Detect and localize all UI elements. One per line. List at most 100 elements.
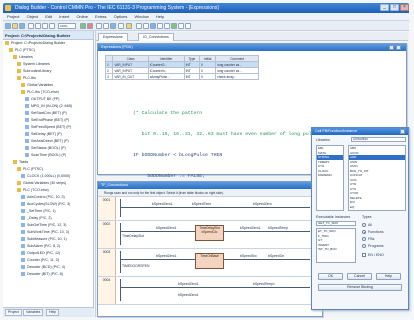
menu-object[interactable]: Object [27, 13, 39, 21]
tree-tab-project[interactable]: Project [5, 309, 22, 316]
type-radio-programs[interactable] [362, 244, 366, 248]
function-list[interactable]: ABS ACOS ADD ASIN ATAN BCD_TO_INT CONCAT… [348, 145, 406, 211]
tree-item[interactable]: Libraries [3, 54, 93, 61]
ladder-rung-3[interactable]: 0003 bSpeedZero1 TIMEDOORSPEN TimeOnBase… [98, 249, 322, 277]
menu-project[interactable]: Project [7, 13, 19, 21]
tree-item[interactable]: Decoder (BCD) (P/C, 4) [3, 264, 93, 271]
run-icon[interactable] [80, 23, 86, 29]
dialog-close-button[interactable] [400, 129, 405, 134]
maximize-button[interactable]: □ [390, 4, 399, 11]
function-block[interactable]: TimeOnBase [195, 253, 224, 269]
close-button[interactable]: × [400, 4, 409, 11]
step-icon[interactable] [96, 23, 102, 29]
block-icon[interactable] [164, 23, 170, 29]
tree-item[interactable]: AuxCycles(SLOW) (P/C, 3) [3, 201, 93, 208]
library-item[interactable]: MSMEMO [317, 173, 343, 178]
watch-icon[interactable] [126, 23, 132, 29]
menu-extras[interactable]: Extras [95, 13, 106, 21]
decl-cell[interactable]: aArrayPulse... [147, 73, 185, 80]
breakpoint-icon[interactable] [103, 23, 109, 29]
tree-item[interactable]: MPG_IN (IN-ON) (2: 64B) [3, 103, 93, 110]
offline-icon[interactable] [178, 23, 184, 29]
en-eno-checkbox[interactable] [362, 253, 366, 257]
ok-button[interactable]: OK [318, 273, 343, 280]
tree-item[interactable]: ScanTime (BOOL) (P) [3, 152, 93, 159]
tree-item[interactable]: _SetTime (P/C, 1) [3, 208, 93, 215]
tree-item[interactable]: SetStatus (BOOL) (P) [3, 145, 93, 152]
tree-item[interactable]: PLC (PTSC) [3, 47, 93, 54]
tree-item[interactable]: Decoder (BIT) (P/C, 8) [3, 271, 93, 278]
tree-item[interactable]: SetEndPhase (BET) (P) [3, 117, 93, 124]
tree-item[interactable]: PLC (TCO-ehw) [3, 187, 93, 194]
tree-item[interactable]: SetDelay (BET) (P) [3, 131, 93, 138]
cancel-button[interactable]: Cancel [347, 273, 372, 280]
paste-icon[interactable] [49, 23, 55, 29]
tab-expressions[interactable]: Expressions [98, 33, 128, 41]
ladder-rung-2[interactable]: 0002 bSpeedZero1 TimeDelaySlot TimeDelay… [98, 221, 322, 249]
tree-item[interactable]: PLC (PTSC) [3, 166, 93, 173]
tree-item[interactable]: SetStartCon (BET) (P) [3, 110, 93, 117]
compile-icon[interactable] [110, 23, 116, 29]
tree-item[interactable]: PLC-Ibs [3, 75, 93, 82]
instance-list[interactable]: ET_TC_SDO F_TRIG GT INSERT INT_TO_BCD [316, 228, 356, 263]
zoom-select[interactable]: 100% [58, 23, 76, 29]
stop-icon[interactable] [87, 23, 93, 29]
save-icon[interactable] [19, 23, 25, 29]
copy-icon[interactable] [42, 23, 48, 29]
tree-item[interactable]: Project: C:\Projects\Dialog Builder [3, 40, 93, 47]
search-icon[interactable] [143, 23, 149, 29]
type-radio-functions[interactable] [362, 230, 366, 234]
online-icon[interactable] [171, 23, 177, 29]
minimize-button[interactable]: _ [380, 4, 389, 11]
menu-help[interactable]: Help [156, 13, 164, 21]
open-icon[interactable] [12, 23, 18, 29]
tree-item[interactable]: Global Variables [3, 82, 93, 89]
instance-item[interactable]: INT_TO_BCD [317, 247, 355, 252]
settings-icon[interactable] [185, 23, 191, 29]
tree-item[interactable]: SubAlarm (P/C, 8, 2) [3, 243, 93, 250]
tree-item[interactable]: SetAxisDirect (BET) (P) [3, 138, 93, 145]
tab-io-connections[interactable]: IO_Connections [138, 33, 174, 41]
tree-item[interactable]: OUTPUT BK (FP) [3, 96, 93, 103]
library-select[interactable]: AXISLIB33 [351, 137, 406, 142]
menu-edit[interactable]: Edit [45, 13, 52, 21]
ladder-rung-1[interactable]: 0001 bSpeedZero1 bSpeedTime bSpeedZero [98, 197, 322, 221]
tree-item[interactable]: SubMeasure (P/C, 10, 1) [3, 236, 93, 243]
tree-item[interactable]: Tasks [3, 159, 93, 166]
contact-icon[interactable] [157, 23, 163, 29]
tree-item[interactable]: Counter (P/C, 11, 3) [3, 257, 93, 264]
coil-icon[interactable] [150, 23, 156, 29]
tree-tab-help[interactable]: Help [46, 309, 60, 316]
library-list[interactable]: EBL MATH STRING TIMERS UTIL CLOCK MSMEMO [316, 145, 344, 211]
tree-item[interactable]: _Delay (P/C, 2) [3, 215, 93, 222]
code-window-minimize[interactable] [389, 45, 394, 50]
tree-item[interactable]: SubGetTime (P/C, 12, 3) [3, 222, 93, 229]
network-icon[interactable] [136, 23, 142, 29]
tree-item[interactable]: SubWorkTime (P/C, 10, 3) [3, 229, 93, 236]
menu-insert[interactable]: Insert [59, 13, 69, 21]
menu-online[interactable]: Online [76, 13, 88, 21]
menu-options[interactable]: Options [114, 13, 128, 21]
help-button[interactable]: Help [376, 273, 401, 280]
cut-icon[interactable] [35, 23, 41, 29]
function-block[interactable]: TimeDelaySlot bSpeedClo [195, 225, 224, 241]
tree-item[interactable]: SubroutineLibrary [3, 68, 93, 75]
executable-input[interactable]: GET_TC_SDO [316, 221, 356, 226]
type-radio-all[interactable] [362, 223, 366, 227]
tree-item[interactable]: PLC-Ibs (TCO-ehw) [3, 89, 93, 96]
tree-item[interactable]: CLOCK (1,000LL) (0,0000) [3, 173, 93, 180]
tree-item[interactable]: System Libraries [3, 61, 93, 68]
new-icon[interactable] [5, 23, 11, 29]
tree-item[interactable]: OutputLED (P/C, 12) [3, 250, 93, 257]
tree-item[interactable]: Global Variables (30 steps) [3, 180, 93, 187]
menu-window[interactable]: Window [135, 13, 149, 21]
ladder-rung-4[interactable]: 0004 bSpeedZero1 bSpeedZero1 bSpeedTemp1 [98, 277, 322, 305]
type-radio-fbs[interactable] [362, 237, 366, 241]
download-icon[interactable] [118, 23, 124, 29]
function-item[interactable]: EQ [349, 205, 405, 210]
tree-item[interactable]: SetFeedSpeed (BET) (P) [3, 124, 93, 131]
tree-item[interactable]: AxisControl (P/C, 10, 3) [3, 194, 93, 201]
declaration-row[interactable]: 3 VAR_IN_OUT aArrayPulse... INT 0 check … [104, 73, 259, 80]
remove-binding-button[interactable]: Remove Binding [318, 284, 402, 291]
tree-tab-variables[interactable]: Variables [23, 309, 44, 316]
